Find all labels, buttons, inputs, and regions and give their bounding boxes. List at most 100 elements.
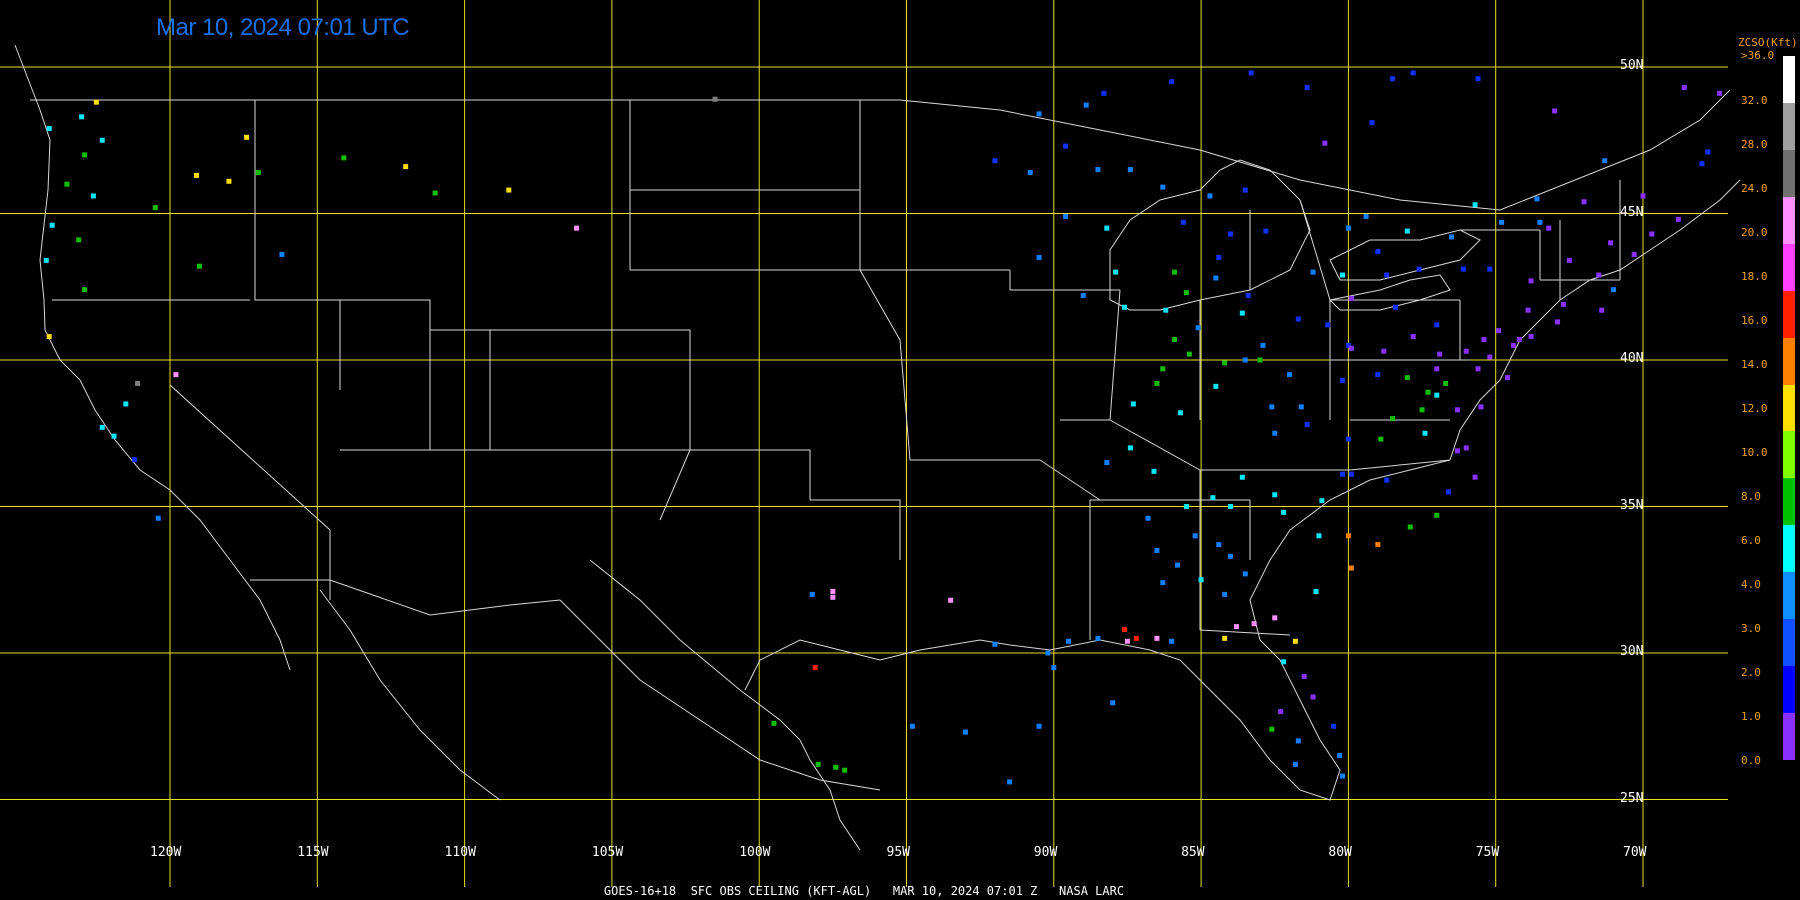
observation-point xyxy=(1304,85,1310,91)
observation-point xyxy=(1104,460,1110,466)
observation-point xyxy=(1245,293,1251,299)
observation-point xyxy=(1313,588,1319,594)
observation-point xyxy=(1340,773,1346,779)
observation-point xyxy=(1228,231,1234,237)
longitude-label: 70W xyxy=(1623,845,1647,860)
longitude-label: 110W xyxy=(444,845,476,860)
observation-point xyxy=(1348,345,1354,351)
legend-swatch xyxy=(1783,572,1795,620)
observation-point xyxy=(1154,547,1160,553)
observation-point xyxy=(1516,336,1522,342)
observation-point xyxy=(1552,108,1558,114)
observation-point xyxy=(1278,709,1284,715)
observation-point xyxy=(1216,542,1222,548)
observation-point xyxy=(1475,76,1481,82)
observation-point xyxy=(1437,351,1443,357)
observation-point xyxy=(1410,334,1416,340)
observation-point xyxy=(1186,351,1192,357)
observation-point xyxy=(1251,621,1257,627)
observation-point xyxy=(1504,375,1510,381)
observation-point xyxy=(1113,269,1119,275)
observation-point xyxy=(1378,436,1384,442)
observation-point xyxy=(1242,357,1248,363)
observation-point xyxy=(123,401,129,407)
observation-point xyxy=(1066,638,1072,644)
observation-point xyxy=(1027,169,1033,175)
legend-swatch xyxy=(1783,619,1795,667)
observation-point xyxy=(1434,322,1440,328)
observation-point xyxy=(1487,354,1493,360)
observation-point xyxy=(1496,328,1502,334)
observation-point xyxy=(1304,421,1310,427)
observation-point xyxy=(1611,287,1617,293)
nevada-diagonal xyxy=(169,384,331,600)
observation-point xyxy=(1160,184,1166,190)
observation-point xyxy=(1169,79,1175,85)
observation-point xyxy=(1528,278,1534,284)
observation-point xyxy=(1248,70,1254,76)
observation-point xyxy=(341,155,347,161)
lat-lon-grid xyxy=(0,0,1728,887)
observation-point xyxy=(992,158,998,164)
observation-point xyxy=(1301,673,1307,679)
legend-swatch xyxy=(1783,384,1795,432)
observation-point xyxy=(1375,372,1381,378)
observation-point xyxy=(1481,336,1487,342)
observation-point xyxy=(1228,504,1234,509)
observation-point xyxy=(1145,515,1151,521)
observation-point xyxy=(1083,102,1089,108)
latitude-label: 40N xyxy=(1620,351,1644,366)
observation-point xyxy=(1269,404,1275,410)
state-lines xyxy=(52,100,1621,640)
longitude-label: 120W xyxy=(150,845,182,860)
observation-point xyxy=(1133,635,1139,641)
mexico-coast xyxy=(559,599,881,791)
legend-title: ZCSO(Kft) xyxy=(1738,36,1798,49)
observation-point xyxy=(1555,319,1561,325)
observation-point xyxy=(1375,542,1381,548)
observation-point xyxy=(1163,307,1169,313)
observation-point xyxy=(1281,659,1287,665)
observation-point xyxy=(1122,627,1128,633)
observation-point xyxy=(1183,290,1189,296)
observation-point xyxy=(1560,301,1566,307)
observation-point xyxy=(909,723,915,729)
observation-point xyxy=(1222,591,1228,597)
observation-point xyxy=(1295,738,1301,744)
observation-point xyxy=(1404,375,1410,381)
state-outlines xyxy=(14,44,1741,851)
observation-point xyxy=(1269,726,1275,732)
legend-tick-label: 4.0 xyxy=(1741,578,1761,591)
observation-point xyxy=(1183,504,1189,509)
observation-point xyxy=(1340,471,1346,477)
observation-point xyxy=(1537,219,1543,225)
legend-tick-label: 18.0 xyxy=(1741,270,1768,283)
observation-point xyxy=(76,237,82,243)
observation-point xyxy=(173,372,179,378)
legend-tick-label: 14.0 xyxy=(1741,358,1768,371)
legend-tick-label: 12.0 xyxy=(1741,402,1768,415)
observation-point xyxy=(82,287,88,293)
observation-point xyxy=(1546,225,1552,231)
observation-point xyxy=(1310,269,1316,275)
observation-point xyxy=(1298,404,1304,410)
observation-point xyxy=(1175,562,1181,568)
observation-point xyxy=(64,181,70,187)
observation-point xyxy=(1345,225,1351,231)
latitude-label: 50N xyxy=(1620,58,1644,73)
legend-tick-label: 8.0 xyxy=(1741,490,1761,503)
observation-point xyxy=(1063,213,1069,219)
observation-point xyxy=(1717,90,1723,96)
observation-point xyxy=(1596,272,1602,278)
latitude-label: 45N xyxy=(1620,204,1644,220)
legend-top-label: >36.0 xyxy=(1741,49,1775,62)
observation-point xyxy=(1419,407,1425,413)
observation-point xyxy=(1425,389,1431,395)
observation-point xyxy=(1242,187,1248,193)
observation-point xyxy=(1475,366,1481,372)
legend-swatch xyxy=(1783,666,1795,714)
observation-point xyxy=(1104,225,1110,231)
observation-point xyxy=(1322,140,1328,146)
observation-point xyxy=(842,767,848,773)
observation-point xyxy=(1393,304,1399,310)
